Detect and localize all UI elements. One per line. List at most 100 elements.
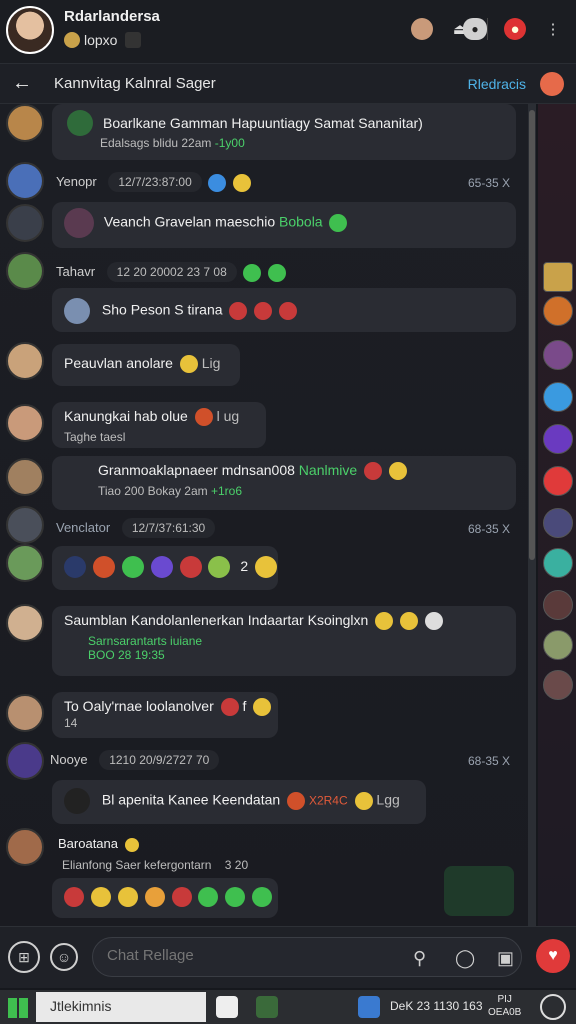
message-trail: f [242, 698, 247, 714]
key-icon[interactable]: ⚲ [413, 948, 426, 969]
media-thumbnail[interactable] [444, 866, 514, 916]
message-meta: Tahavr 12 20 20002 23 7 08 [56, 262, 287, 282]
message-bubble[interactable]: 2 [52, 546, 278, 590]
taskbar-app-icon[interactable] [256, 996, 278, 1018]
avatar[interactable] [6, 204, 44, 242]
rail-item[interactable] [543, 424, 573, 454]
message-text: To Oaly'rnae loolanolver [64, 698, 214, 714]
plus-icon[interactable] [329, 214, 348, 232]
message-bubble[interactable]: Bl apenita Kanee Keendatan X2R4C Lgg [52, 780, 426, 824]
avatar[interactable] [6, 694, 44, 732]
emoji-icon [354, 792, 373, 810]
user-avatar[interactable] [6, 6, 54, 54]
timestamp: 12 20 20002 23 7 08 [106, 262, 237, 282]
tray-icon[interactable] [540, 994, 566, 1020]
thumb-icon [64, 208, 94, 238]
scrollbar-thumb[interactable] [529, 110, 535, 560]
reaction-icon [90, 887, 111, 907]
chat-icon[interactable]: ◯ [455, 948, 475, 969]
sticker-icon[interactable]: ▣ [497, 948, 514, 969]
taskbar-app-icon[interactable] [216, 996, 238, 1018]
reaction-icon [171, 887, 192, 907]
message-icon[interactable]: ● [463, 18, 487, 40]
rail-item[interactable] [543, 262, 573, 292]
reaction-count: 2 [240, 557, 249, 574]
taskbar-search[interactable]: Jtlekimnis [36, 992, 206, 1022]
message-bubble[interactable]: Granmoaklapnaeer mdnsan008 Nanlmive Tiao… [52, 456, 516, 510]
rail-item[interactable] [543, 508, 573, 538]
rail-item[interactable] [543, 340, 573, 370]
more-icon[interactable]: ⋮ [542, 18, 564, 40]
message-trail: Bobola [279, 213, 323, 230]
message-bubble[interactable] [52, 878, 278, 918]
emoji-picker-icon[interactable]: ☺ [50, 943, 78, 971]
subtitle-text: lopxo [84, 32, 118, 48]
rail-item[interactable] [543, 670, 573, 700]
taskbar-app-icon[interactable] [358, 996, 380, 1018]
message-bubble[interactable]: To Oaly'rnae loolanolver f 14 [52, 692, 278, 738]
avatar[interactable] [6, 252, 44, 290]
message-text: Boarlkane Gamman Hapuuntiagy Samat Sanan… [103, 115, 423, 131]
rail-item[interactable] [543, 382, 573, 412]
message-text: Bl apenita Kanee Keendatan [101, 791, 281, 808]
emoji-icon [375, 612, 394, 631]
message-bubble[interactable]: Sho Peson S tirana [52, 288, 516, 332]
start-icon[interactable] [8, 998, 28, 1018]
sender-name: Yenopr [56, 174, 97, 189]
message-green: X2R4C [308, 793, 348, 808]
badge-icon [125, 32, 142, 48]
rail-item[interactable] [543, 466, 573, 496]
rail-item[interactable] [543, 630, 573, 660]
avatar[interactable] [6, 828, 44, 866]
message-text: Veanch Gravelan maeschio [103, 213, 276, 230]
emoji-icon [208, 173, 227, 192]
avatar[interactable] [6, 604, 44, 642]
message-bubble[interactable]: Boarlkane Gamman Hapuuntiagy Samat Sanan… [52, 104, 516, 160]
message-bubble[interactable]: Veanch Gravelan maeschio Bobola [52, 202, 516, 248]
reaction-icon [179, 556, 202, 578]
thumb-icon [64, 788, 90, 814]
message-field[interactable]: ⚲ ◯ ▣ [92, 937, 522, 977]
timestamp: 12/7/23:87:00 [108, 172, 202, 192]
chat-area[interactable]: Boarlkane Gamman Hapuuntiagy Samat Sanan… [0, 104, 530, 926]
message-green: Nanlmive [298, 462, 358, 478]
rail-item[interactable] [543, 548, 573, 578]
avatar[interactable] [6, 458, 44, 496]
emoji-icon [253, 698, 272, 717]
message-sub: Elianfong Saer kefergontarn [62, 858, 212, 872]
avatar[interactable] [6, 162, 44, 200]
avatar[interactable] [6, 104, 44, 142]
emoji-icon [179, 355, 198, 374]
emoji-icon [425, 612, 443, 631]
top-bar: Rdarlandersa lopxo ● ⏏ ● ⋮ [0, 0, 576, 64]
avatar[interactable] [6, 506, 44, 544]
timestamp: 1210 20/9/2727 70 [99, 750, 220, 770]
reaction-icon [252, 887, 273, 907]
emoji-icon [255, 556, 278, 578]
message-bubble[interactable]: Kanungkai hab olue l ug Taghe taesl [52, 402, 266, 448]
rail-item[interactable] [543, 296, 573, 326]
profile-icon[interactable] [411, 18, 433, 40]
message-bubble[interactable]: Peauvlan anolare Lig [52, 344, 240, 386]
header-link[interactable]: Rledracis [468, 76, 526, 92]
message-sub: Edalsags blidu 22am [100, 136, 212, 150]
taskbar-date: PIJ OEA0B [488, 993, 521, 1019]
message-bubble[interactable]: Saumblan Kandolanlenerkan Indaartar Ksoi… [52, 606, 516, 676]
rail-item[interactable] [543, 590, 573, 620]
avatar[interactable] [6, 742, 44, 780]
attach-icon[interactable]: ⊞ [8, 941, 40, 973]
notification-icon[interactable]: ● [504, 18, 526, 40]
message-trail: l ug [216, 408, 240, 424]
message-input[interactable] [107, 947, 397, 964]
header-avatar[interactable] [540, 72, 564, 96]
taskbar-clock: DeK 23 1130 163 [390, 999, 483, 1013]
reaction-icon [225, 887, 246, 907]
avatar[interactable] [6, 544, 44, 582]
send-button[interactable]: ♥ [536, 939, 570, 973]
avatar[interactable] [6, 342, 44, 380]
avatar[interactable] [6, 404, 44, 442]
back-arrow-icon[interactable]: ← [12, 72, 32, 95]
reaction-icon [92, 556, 115, 578]
thumb-icon [64, 298, 90, 324]
emoji-icon [233, 173, 252, 192]
